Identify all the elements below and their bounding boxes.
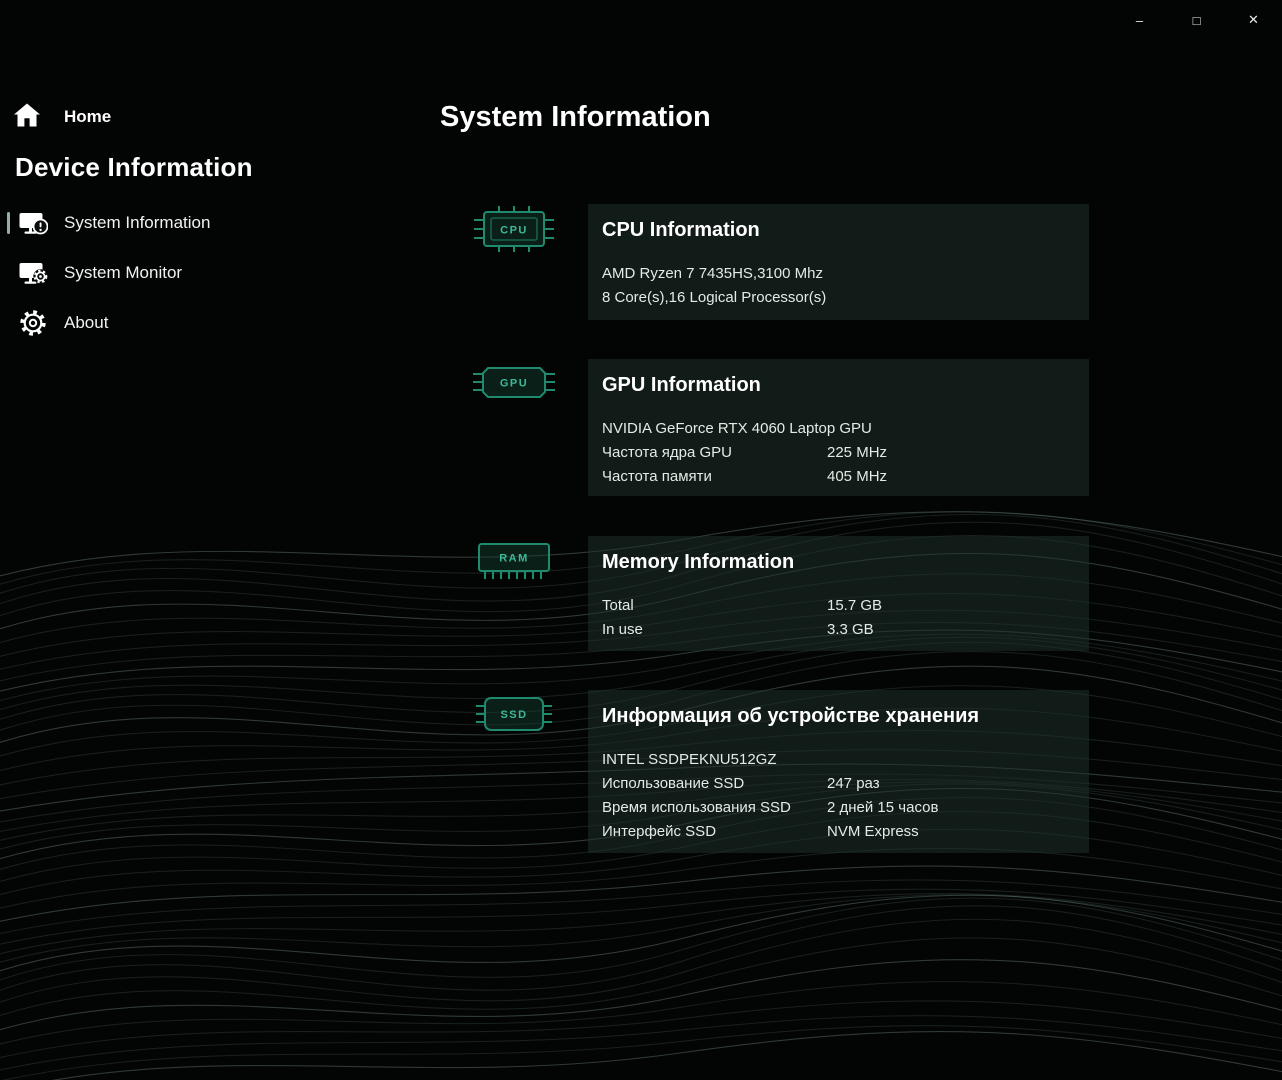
row-label: Интерфейс SSD: [602, 823, 717, 840]
row-label: In use: [602, 621, 643, 638]
cpu-chip-icon: CPU: [466, 204, 562, 259]
row-value: [827, 286, 1075, 310]
row-label: Использование SSD: [602, 775, 745, 792]
info-row: Время использования SSD 2 дней 15 часов: [602, 796, 1075, 820]
row-value: 405 MHz: [827, 468, 888, 485]
about-gear-icon: [18, 309, 48, 337]
gpu-chip-icon-label: GPU: [500, 378, 528, 390]
info-row: INTEL SSDPEKNU512GZ: [602, 748, 1075, 772]
row-value: [827, 262, 1075, 286]
row-label: NVIDIA GeForce RTX 4060 Laptop GPU: [602, 420, 872, 437]
card-body: AMD Ryzen 7 7435HS,3100 Mhz 8 Core(s),16…: [588, 244, 1089, 310]
memory-information-card: Memory Information Total 15.7 GB In use …: [588, 536, 1089, 651]
cpu-chip-icon-label: CPU: [500, 225, 528, 237]
gpu-information-card: GPU Information NVIDIA GeForce RTX 4060 …: [588, 359, 1089, 496]
info-row: In use 3.3 GB: [602, 618, 1075, 642]
info-row: Использование SSD 247 раз: [602, 772, 1075, 796]
system-information-icon: [18, 210, 48, 237]
cpu-information-card: CPU Information AMD Ryzen 7 7435HS,3100 …: [588, 204, 1089, 320]
row-value: 2 дней 15 часов: [827, 799, 939, 816]
ssd-drive-icon-label: SSD: [500, 709, 527, 721]
card-title: Информация об устройстве хранения: [602, 705, 980, 727]
sidebar-item-system-monitor[interactable]: System Monitor: [0, 248, 420, 298]
home-label: Home: [64, 107, 112, 126]
row-label: INTEL SSDPEKNU512GZ: [602, 751, 777, 768]
ram-module-icon-label: RAM: [499, 553, 529, 565]
row-value: [827, 748, 1075, 772]
card-title: GPU Information: [602, 374, 761, 396]
info-row: AMD Ryzen 7 7435HS,3100 Mhz: [602, 262, 1075, 286]
ssd-drive-icon: SSD: [466, 690, 562, 743]
info-row: NVIDIA GeForce RTX 4060 Laptop GPU: [602, 417, 1075, 441]
sidebar-nav: System Information System Monitor About: [0, 198, 420, 348]
card-title: Memory Information: [602, 551, 795, 573]
minimize-button[interactable]: –: [1111, 0, 1168, 40]
card-title: CPU Information: [602, 219, 760, 241]
info-row: Частота памяти 405 MHz: [602, 465, 1075, 489]
app-window: – □ ✕ Home Device Information System Inf…: [0, 0, 1282, 1080]
card-body: INTEL SSDPEKNU512GZ Использование SSD 24…: [588, 730, 1089, 844]
info-row: Total 15.7 GB: [602, 594, 1075, 618]
sidebar-item-label: System Information: [64, 213, 211, 232]
close-button[interactable]: ✕: [1225, 0, 1282, 40]
sidebar-item-about[interactable]: About: [0, 298, 420, 348]
row-label: 8 Core(s),16 Logical Processor(s): [602, 289, 827, 306]
row-value: NVM Express: [827, 823, 919, 840]
info-row: Частота ядра GPU 225 MHz: [602, 441, 1075, 465]
row-value: 225 MHz: [827, 444, 888, 461]
row-value: 15.7 GB: [827, 597, 883, 614]
system-monitor-icon: [18, 260, 48, 287]
info-row: Интерфейс SSD NVM Express: [602, 820, 1075, 844]
sidebar: Home Device Information System Informati…: [0, 40, 430, 1080]
row-value: [827, 417, 1075, 441]
sidebar-item-label: About: [64, 313, 109, 332]
ram-module-icon: RAM: [466, 537, 562, 588]
home-icon: [12, 101, 42, 134]
row-label: AMD Ryzen 7 7435HS,3100 Mhz: [602, 265, 823, 282]
row-value: 3.3 GB: [827, 621, 874, 638]
card-body: Total 15.7 GB In use 3.3 GB: [588, 576, 1089, 642]
row-label: Total: [602, 597, 634, 614]
row-label: Время использования SSD: [602, 799, 791, 816]
titlebar[interactable]: – □ ✕: [0, 0, 1282, 40]
sidebar-item-label: System Monitor: [64, 263, 183, 282]
window-controls: – □ ✕: [1111, 0, 1282, 40]
storage-information-card: Информация об устройстве хранения INTEL …: [588, 690, 1089, 853]
card-body: NVIDIA GeForce RTX 4060 Laptop GPU Часто…: [588, 399, 1089, 489]
maximize-button[interactable]: □: [1168, 0, 1225, 40]
page-title: System Information: [440, 101, 711, 133]
sidebar-section-title: Device Information: [15, 152, 253, 182]
sidebar-item-system-information[interactable]: System Information: [0, 198, 420, 248]
gpu-chip-icon: GPU: [466, 359, 562, 412]
row-value: 247 раз: [827, 775, 880, 792]
row-label: Частота ядра GPU: [602, 444, 732, 461]
row-label: Частота памяти: [602, 468, 712, 485]
sidebar-item-home[interactable]: Home: [12, 98, 111, 136]
info-row: 8 Core(s),16 Logical Processor(s): [602, 286, 1075, 310]
